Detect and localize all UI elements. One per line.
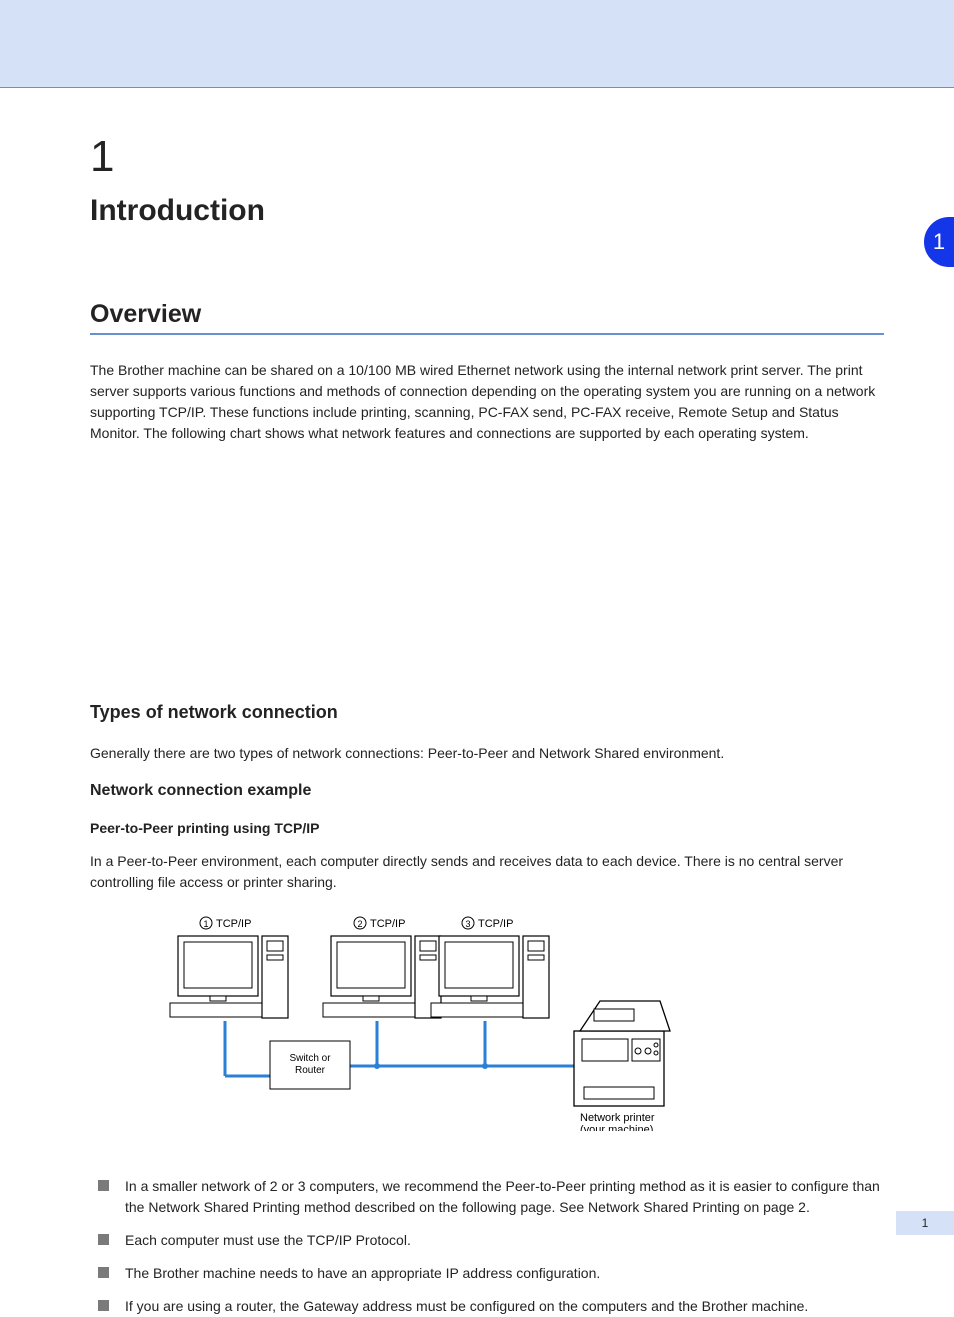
bullet-text-2: Each computer must use the TCP/IP Protoc… — [125, 1230, 411, 1251]
label-tcpip-1: TCP/IP — [216, 918, 251, 930]
bullet-text-3: The Brother machine needs to have an app… — [125, 1263, 600, 1284]
subsection-title-types: Types of network connection — [90, 702, 884, 723]
computer-1-icon — [170, 936, 288, 1018]
printer-label: Network printer — [580, 1112, 655, 1124]
svg-text:3: 3 — [465, 919, 470, 929]
svg-text:1: 1 — [203, 919, 208, 929]
example-title: Network connection example — [90, 782, 884, 800]
types-paragraph: Generally there are two types of network… — [90, 743, 884, 764]
switch-label-line1: Switch or — [289, 1053, 331, 1064]
page-content: 1 Introduction Overview The Brother mach… — [0, 88, 954, 1317]
chapter-number: 1 — [90, 132, 884, 182]
example-heading: Peer-to-Peer printing using TCP/IP — [90, 820, 884, 836]
example-paragraph: In a Peer-to-Peer environment, each comp… — [90, 851, 884, 893]
bullet-square-icon — [98, 1300, 109, 1311]
bullet-square-icon — [98, 1267, 109, 1278]
top-band — [0, 0, 954, 88]
bullet-square-icon — [98, 1180, 109, 1191]
page-number-tab: 1 — [896, 1211, 954, 1235]
bullet-item-1: In a smaller network of 2 or 3 computers… — [98, 1176, 884, 1218]
switch-label-line2: Router — [295, 1065, 326, 1076]
svg-text:2: 2 — [357, 919, 362, 929]
label-tcpip-2: TCP/IP — [370, 918, 405, 930]
overview-paragraph: The Brother machine can be shared on a 1… — [90, 360, 884, 444]
section-divider — [90, 333, 884, 335]
bullet-text-1: In a smaller network of 2 or 3 computers… — [125, 1176, 884, 1218]
bullet-text-4: If you are using a router, the Gateway a… — [125, 1296, 808, 1317]
diagram-svg: 1 2 3 TCP/IP TCP/IP TCP/IP — [140, 911, 680, 1131]
network-diagram: 1 2 3 TCP/IP TCP/IP TCP/IP — [140, 911, 680, 1136]
section-title-overview: Overview — [90, 300, 884, 329]
bullet-item-3: The Brother machine needs to have an app… — [98, 1263, 884, 1284]
label-tcpip-3: TCP/IP — [478, 918, 513, 930]
bullet-item-2: Each computer must use the TCP/IP Protoc… — [98, 1230, 884, 1251]
printer-icon — [574, 1001, 670, 1106]
bullet-list: In a smaller network of 2 or 3 computers… — [98, 1176, 884, 1317]
chapter-title: Introduction — [90, 192, 884, 230]
printer-label2: (your machine) — [580, 1124, 653, 1131]
computer-2-icon — [323, 936, 441, 1018]
bullet-square-icon — [98, 1234, 109, 1245]
computer-3-icon — [431, 936, 549, 1018]
bullet-item-4: If you are using a router, the Gateway a… — [98, 1296, 884, 1317]
